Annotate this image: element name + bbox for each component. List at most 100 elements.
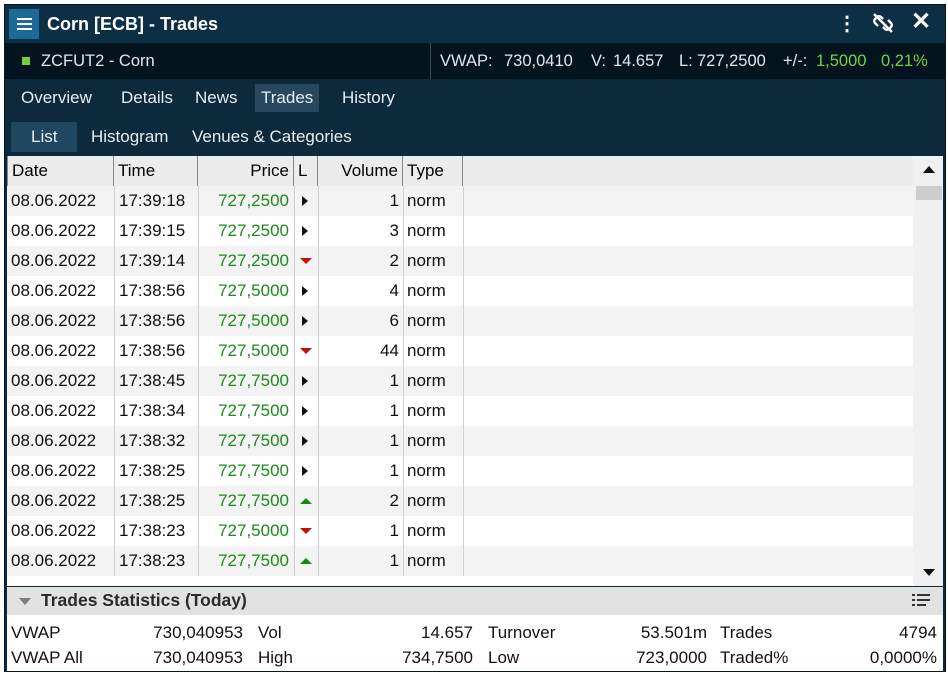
cell-price: 727,2500 bbox=[218, 251, 289, 270]
tick-right-icon bbox=[295, 276, 317, 306]
tick-down-icon bbox=[295, 516, 317, 546]
list-menu-icon[interactable] bbox=[912, 593, 934, 611]
tick-right-icon bbox=[302, 376, 308, 386]
cell-time: 17:39:18 bbox=[119, 191, 186, 210]
subtab-list[interactable]: List bbox=[11, 122, 78, 152]
stat-vwap-all-value: 730,040953 bbox=[153, 648, 243, 667]
trades-window: Corn [ECB] - Trades ⋮ ✕ ZCFUT2 - Corn VW… bbox=[4, 4, 946, 672]
cell-type: norm bbox=[407, 371, 446, 390]
collapse-triangle-icon[interactable] bbox=[19, 598, 31, 605]
column-separator bbox=[463, 396, 464, 426]
column-header-date[interactable]: Date bbox=[7, 156, 114, 186]
column-separator bbox=[114, 546, 115, 576]
column-separator bbox=[463, 456, 464, 486]
table-row[interactable]: 08.06.2022 17:38:25 727,7500 1 norm bbox=[7, 456, 913, 486]
tab-history[interactable]: History bbox=[336, 84, 401, 112]
last-value: 727,2500 bbox=[697, 52, 766, 70]
cell-type: norm bbox=[407, 221, 446, 240]
column-separator bbox=[463, 336, 464, 366]
cell-date: 08.06.2022 bbox=[11, 341, 97, 360]
subtab-venues-categories[interactable]: Venues & Categories bbox=[182, 122, 362, 152]
statistics-header[interactable]: Trades Statistics (Today) bbox=[7, 587, 943, 615]
stat-turnover-value: 53.501m bbox=[640, 623, 707, 642]
column-separator bbox=[403, 516, 404, 546]
tab-news[interactable]: News bbox=[189, 84, 244, 112]
column-separator bbox=[403, 246, 404, 276]
cell-price: 727,7500 bbox=[218, 371, 289, 390]
table-row[interactable]: 08.06.2022 17:38:23 727,5000 1 norm bbox=[7, 516, 913, 546]
column-header-price[interactable]: Price bbox=[198, 156, 294, 186]
cell-volume: 1 bbox=[389, 521, 399, 540]
tick-right-icon bbox=[302, 436, 308, 446]
column-header-time[interactable]: Time bbox=[114, 156, 198, 186]
column-separator bbox=[114, 396, 115, 426]
scroll-up-icon[interactable] bbox=[923, 166, 935, 173]
tick-right-icon bbox=[302, 406, 308, 416]
table-row[interactable]: 08.06.2022 17:39:18 727,2500 1 norm bbox=[7, 186, 913, 216]
cell-date: 08.06.2022 bbox=[11, 401, 97, 420]
column-separator bbox=[403, 366, 404, 396]
close-icon[interactable]: ✕ bbox=[911, 7, 931, 36]
cell-date: 08.06.2022 bbox=[11, 251, 97, 270]
cell-date: 08.06.2022 bbox=[11, 221, 97, 240]
table-row[interactable]: 08.06.2022 17:38:34 727,7500 1 norm bbox=[7, 396, 913, 426]
quote-summary: VWAP: 730,0410 V: 14.657 L: 727,2500 +/-… bbox=[430, 43, 945, 79]
cell-date: 08.06.2022 bbox=[11, 521, 97, 540]
tab-trades[interactable]: Trades bbox=[255, 84, 320, 112]
column-header-tick[interactable]: L bbox=[294, 156, 318, 186]
column-separator bbox=[403, 216, 404, 246]
cell-volume: 1 bbox=[389, 401, 399, 420]
cell-type: norm bbox=[407, 491, 446, 510]
menu-icon[interactable] bbox=[9, 9, 39, 39]
tick-up-icon bbox=[300, 498, 312, 504]
scroll-thumb[interactable] bbox=[916, 186, 942, 200]
scroll-down-icon[interactable] bbox=[923, 569, 935, 576]
cell-time: 17:38:25 bbox=[119, 491, 186, 510]
cell-type: norm bbox=[407, 401, 446, 420]
change-percent: 0,21% bbox=[881, 52, 928, 70]
stat-vwap-all-label: VWAP All bbox=[11, 648, 83, 667]
column-separator bbox=[114, 186, 115, 216]
tab-overview[interactable]: Overview bbox=[15, 84, 98, 112]
column-separator bbox=[463, 486, 464, 516]
column-separator bbox=[463, 186, 464, 216]
table-row[interactable]: 08.06.2022 17:39:15 727,2500 3 norm bbox=[7, 216, 913, 246]
table-row[interactable]: 08.06.2022 17:38:56 727,5000 4 norm bbox=[7, 276, 913, 306]
cell-type: norm bbox=[407, 431, 446, 450]
table-row[interactable]: 08.06.2022 17:38:56 727,5000 44 norm bbox=[7, 336, 913, 366]
stat-low-value: 723,0000 bbox=[636, 648, 707, 667]
cell-type: norm bbox=[407, 551, 446, 570]
subtab-histogram[interactable]: Histogram bbox=[81, 122, 178, 152]
tick-right-icon bbox=[295, 396, 317, 426]
column-separator bbox=[403, 546, 404, 576]
cell-date: 08.06.2022 bbox=[11, 191, 97, 210]
unlink-icon[interactable] bbox=[871, 11, 895, 41]
table-row[interactable]: 08.06.2022 17:39:14 727,2500 2 norm bbox=[7, 246, 913, 276]
cell-price: 727,2500 bbox=[218, 221, 289, 240]
column-header-volume[interactable]: Volume bbox=[318, 156, 403, 186]
column-separator bbox=[403, 426, 404, 456]
cell-type: norm bbox=[407, 281, 446, 300]
table-row[interactable]: 08.06.2022 17:38:23 727,7500 1 norm bbox=[7, 546, 913, 576]
column-separator bbox=[403, 486, 404, 516]
statistics-title: Trades Statistics (Today) bbox=[41, 590, 247, 610]
column-separator bbox=[114, 276, 115, 306]
cell-time: 17:38:45 bbox=[119, 371, 186, 390]
more-vert-icon[interactable]: ⋮ bbox=[837, 11, 857, 36]
tick-right-icon bbox=[295, 186, 317, 216]
status-dot-icon bbox=[22, 57, 30, 65]
cell-date: 08.06.2022 bbox=[11, 281, 97, 300]
cell-time: 17:38:56 bbox=[119, 341, 186, 360]
tab-details[interactable]: Details bbox=[115, 84, 179, 112]
table-row[interactable]: 08.06.2022 17:38:56 727,5000 6 norm bbox=[7, 306, 913, 336]
table-row[interactable]: 08.06.2022 17:38:32 727,7500 1 norm bbox=[7, 426, 913, 456]
vertical-scrollbar[interactable] bbox=[913, 156, 943, 586]
column-header-type[interactable]: Type bbox=[403, 156, 463, 186]
column-separator bbox=[403, 276, 404, 306]
column-separator bbox=[403, 186, 404, 216]
change-label: +/-: bbox=[783, 52, 808, 70]
volume-label: V: bbox=[591, 52, 606, 70]
table-row[interactable]: 08.06.2022 17:38:25 727,7500 2 norm bbox=[7, 486, 913, 516]
table-row[interactable]: 08.06.2022 17:38:45 727,7500 1 norm bbox=[7, 366, 913, 396]
sub-tabs: List Histogram Venues & Categories bbox=[5, 117, 945, 155]
